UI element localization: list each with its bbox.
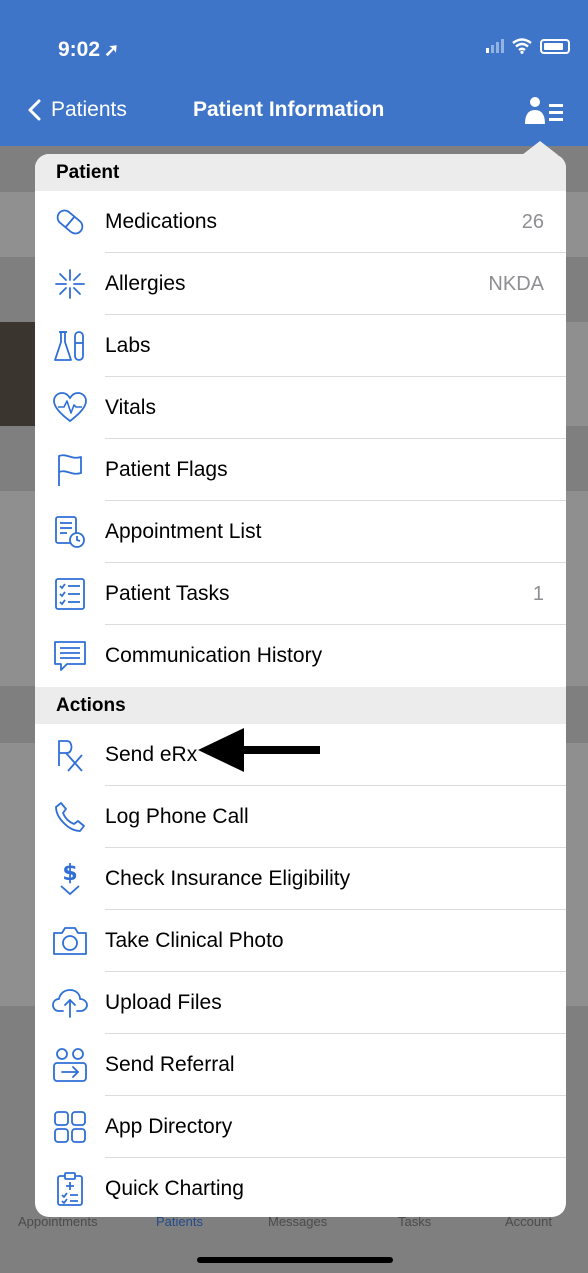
- menu-item-medications[interactable]: Medications 26: [35, 191, 566, 253]
- menu-item-label: Patient Flags: [105, 458, 228, 481]
- page-title: Patient Information: [193, 98, 385, 121]
- menu-item-label: Communication History: [105, 644, 323, 667]
- status-time: 9:02 ➚: [58, 38, 119, 62]
- app-grid-icon: [35, 1110, 105, 1144]
- menu-item-label: Appointment List: [105, 520, 262, 543]
- app-header: 9:02 ➚ Patients Patient Information: [0, 0, 588, 146]
- menu-item-communication-history[interactable]: Communication History: [35, 625, 566, 687]
- menu-item-take-clinical-photo[interactable]: Take Clinical Photo: [35, 910, 566, 972]
- menu-item-patient-flags[interactable]: Patient Flags: [35, 439, 566, 501]
- menu-item-vitals[interactable]: Vitals: [35, 377, 566, 439]
- menu-item-label: Quick Charting: [105, 1177, 244, 1200]
- menu-item-log-phone-call[interactable]: Log Phone Call: [35, 786, 566, 848]
- menu-item-label: Medications: [105, 210, 218, 233]
- menu-item-label: Send eRx: [105, 743, 198, 766]
- chat-icon: [35, 639, 105, 673]
- referral-icon: [35, 1047, 105, 1083]
- dollar-check-icon: $: [35, 860, 105, 898]
- appointment-list-icon: [35, 514, 105, 550]
- clipboard-icon: [35, 1171, 105, 1207]
- menu-item-label: Send Referral: [105, 1053, 235, 1076]
- home-indicator: [197, 1257, 393, 1263]
- menu-item-label: Allergies: [105, 272, 186, 295]
- location-arrow-icon: ➚: [104, 40, 120, 60]
- lab-flask-icon: [35, 329, 105, 363]
- popover-arrow: [522, 141, 558, 155]
- wifi-icon: [512, 38, 532, 54]
- menu-item-label: Labs: [105, 334, 151, 357]
- annotation-arrow-icon: [198, 728, 320, 772]
- phone-icon: [35, 800, 105, 834]
- section-header-actions: Actions: [35, 687, 566, 724]
- allergy-icon: [35, 267, 105, 301]
- menu-item-label: Check Insurance Eligibility: [105, 867, 351, 890]
- menu-item-allergies[interactable]: Allergies NKDA: [35, 253, 566, 315]
- menu-item-label: Vitals: [105, 396, 156, 419]
- status-icons: [486, 38, 570, 54]
- clock: 9:02: [58, 38, 101, 61]
- menu-item-app-directory[interactable]: App Directory: [35, 1096, 566, 1158]
- patient-actions-menu: Patient Medications 26 Allergies NKDA La…: [35, 154, 566, 1217]
- allergies-status: NKDA: [488, 272, 544, 295]
- flag-icon: [35, 453, 105, 487]
- pill-icon: [35, 204, 105, 240]
- menu-item-upload-files[interactable]: Upload Files: [35, 972, 566, 1034]
- person-list-icon: [525, 97, 563, 124]
- patient-menu-button[interactable]: [522, 96, 568, 131]
- section-header-patient: Patient: [35, 154, 566, 191]
- svg-text:$: $: [62, 861, 77, 886]
- menu-item-label: Upload Files: [105, 991, 222, 1014]
- rx-icon: [35, 738, 105, 772]
- menu-item-check-insurance[interactable]: $ Check Insurance Eligibility: [35, 848, 566, 910]
- checklist-icon: [35, 577, 105, 611]
- battery-icon: [540, 38, 570, 54]
- heart-pulse-icon: [35, 392, 105, 424]
- back-button[interactable]: Patients: [28, 98, 127, 122]
- chevron-left-icon: [28, 99, 41, 121]
- cellular-signal-icon: [486, 39, 504, 53]
- cloud-upload-icon: [35, 987, 105, 1019]
- menu-item-label: Log Phone Call: [105, 805, 249, 828]
- camera-icon: [35, 925, 105, 957]
- menu-item-labs[interactable]: Labs: [35, 315, 566, 377]
- patient-photo: [0, 322, 40, 426]
- menu-item-patient-tasks[interactable]: Patient Tasks 1: [35, 563, 566, 625]
- back-label: Patients: [51, 98, 127, 121]
- menu-item-label: App Directory: [105, 1115, 233, 1138]
- menu-item-label: Patient Tasks: [105, 582, 230, 605]
- medications-count: 26: [521, 210, 544, 233]
- menu-item-quick-charting[interactable]: Quick Charting: [35, 1158, 566, 1217]
- tasks-count: 1: [532, 582, 544, 605]
- menu-item-label: Take Clinical Photo: [105, 929, 284, 952]
- menu-item-appointment-list[interactable]: Appointment List: [35, 501, 566, 563]
- menu-item-send-referral[interactable]: Send Referral: [35, 1034, 566, 1096]
